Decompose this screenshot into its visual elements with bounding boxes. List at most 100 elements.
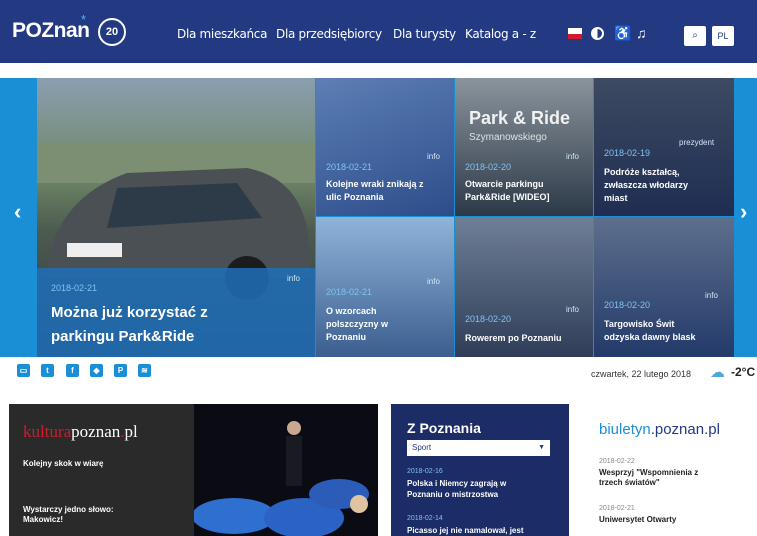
tile-title-line: Otwarcie parkingu bbox=[465, 179, 544, 189]
tile-date: 2018-02-20 bbox=[604, 300, 651, 310]
tile-category: info bbox=[566, 305, 579, 314]
tile-date: 2018-02-20 bbox=[465, 314, 512, 324]
biuletyn-logo-a: biuletyn bbox=[599, 421, 651, 438]
category-select[interactable]: Sport ▼ bbox=[407, 440, 550, 456]
tile-title-line: Kolejne wraki znikają z bbox=[326, 179, 424, 189]
news-line: trzech światów" bbox=[599, 478, 660, 487]
news-line: Picasso jej nie namalował, jest bbox=[407, 526, 524, 535]
tile-date: 2018-02-21 bbox=[326, 287, 373, 297]
nav-dla-mieszkanca[interactable]: Dla mieszkańca bbox=[177, 27, 267, 41]
tile-category: info bbox=[427, 152, 440, 161]
kultura-panel[interactable]: kulturapoznan.pl Kolejny skok w wiarę Wy… bbox=[9, 404, 194, 536]
news-carousel: 2018-02-21 info Można już korzystać z pa… bbox=[0, 78, 757, 357]
current-date: czwartek, 22 lutego 2018 bbox=[591, 369, 692, 379]
nav-dla-przedsiebiorcy[interactable]: Dla przedsiębiorcy bbox=[276, 27, 382, 41]
biuletyn-logo-b: .poznan.pl bbox=[650, 421, 720, 438]
facebook-icon[interactable]: f bbox=[66, 364, 79, 377]
kultura-item[interactable]: Wystarczy jedno słowo: bbox=[23, 505, 114, 514]
news-link[interactable]: Picasso jej nie namalował, jest bbox=[407, 525, 524, 536]
hearing-icon[interactable]: ♫ bbox=[636, 25, 647, 41]
carousel-prev-arrow-icon[interactable]: ‹ bbox=[14, 199, 21, 225]
tile-title-line: O wzorcach bbox=[326, 306, 377, 316]
park-ride-sign-sub: Szymanowskiego bbox=[469, 132, 547, 143]
kultura-logo-white: poznan bbox=[71, 422, 121, 441]
carousel-tile[interactable]: Park & Ride Szymanowskiego 2018-02-20 in… bbox=[455, 78, 593, 216]
tile-title: Otwarcie parkingu Park&Ride [WIDEO] bbox=[465, 178, 550, 204]
tile-title-line: polszczyzny w bbox=[326, 319, 389, 329]
tile-title-line: ulic Poznania bbox=[326, 192, 384, 202]
news-date: 2018-02-14 bbox=[407, 515, 443, 522]
carousel-main-title-line1: Można już korzystać z bbox=[51, 304, 208, 321]
news-date: 2018-02-22 bbox=[599, 458, 635, 465]
carousel-main-tile[interactable]: 2018-02-21 info Można już korzystać z pa… bbox=[37, 78, 315, 357]
kultura-logo-pl: pl bbox=[124, 422, 138, 441]
news-link[interactable]: Polska i Niemcy zagrają w Poznaniu o mis… bbox=[407, 478, 506, 500]
tile-title-line: Targowisko Świt bbox=[604, 319, 675, 329]
pinterest-icon[interactable]: P bbox=[114, 364, 127, 377]
carousel-tile[interactable]: 2018-02-19 prezydent Podróże kształcą, z… bbox=[594, 78, 734, 216]
rss-icon[interactable]: ≋ bbox=[138, 364, 151, 377]
kultura-item[interactable]: Makowicz! bbox=[23, 515, 63, 524]
tile-category: prezydent bbox=[679, 138, 715, 147]
carousel-next-arrow-icon[interactable]: › bbox=[740, 199, 747, 225]
tile-title-line: Podróże kształcą, bbox=[604, 167, 680, 177]
temperature: -2°C bbox=[731, 365, 756, 379]
tile-category: info bbox=[705, 291, 718, 300]
kultura-item[interactable]: Kolejny skok w wiarę bbox=[23, 459, 103, 468]
carousel-tile[interactable]: 2018-02-21 info O wzorcach polszczyzny w… bbox=[316, 217, 454, 357]
kultura-logo: kulturapoznan.pl bbox=[23, 422, 138, 442]
biuletyn-logo[interactable]: biuletyn.poznan.pl bbox=[599, 421, 720, 438]
tile-title-line: Rowerem po Poznaniu bbox=[465, 333, 562, 343]
news-date: 2018-02-16 bbox=[407, 468, 443, 475]
news-date: 2018-02-21 bbox=[599, 505, 635, 512]
park-ride-sign: Park & Ride bbox=[469, 108, 571, 128]
youtube-icon[interactable]: ▭ bbox=[17, 364, 30, 377]
foursquare-icon[interactable]: ◆ bbox=[90, 364, 103, 377]
carousel-tile[interactable]: 2018-02-21 info Kolejne wraki znikają z … bbox=[316, 78, 454, 216]
tile-title: Targowisko Świt odzyska dawny blask bbox=[604, 318, 696, 344]
tile-title-line: odzyska dawny blask bbox=[604, 332, 696, 342]
logo-star-icon: * bbox=[81, 12, 87, 27]
tile-title: O wzorcach polszczyzny w Poznaniu bbox=[326, 305, 388, 344]
news-line: Polska i Niemcy zagrają w bbox=[407, 479, 507, 488]
tile-title-line: Park&Ride [WIDEO] bbox=[465, 192, 550, 202]
tile-date: 2018-02-21 bbox=[326, 162, 373, 172]
tile-date: 2018-02-19 bbox=[604, 148, 651, 158]
kultura-logo-red: kultura bbox=[23, 422, 72, 441]
cloud-icon: ☁ bbox=[710, 364, 725, 381]
tile-title-line: miast bbox=[604, 193, 628, 203]
tile-title: Kolejne wraki znikają z ulic Poznania bbox=[326, 178, 424, 204]
twitter-icon[interactable]: t bbox=[41, 364, 54, 377]
news-link[interactable]: Wesprzyj "Wspomnienia z trzech światów" bbox=[599, 468, 698, 488]
tile-title-line: Poznaniu bbox=[326, 332, 366, 342]
news-link[interactable]: Uniwersytet Otwarty bbox=[599, 515, 676, 524]
z-poznania-title: Z Poznania bbox=[407, 420, 481, 436]
biuletyn-panel: biuletyn.poznan.pl 2018-02-22 Wesprzyj "… bbox=[583, 404, 757, 536]
contrast-icon[interactable] bbox=[591, 27, 604, 40]
carousel-tile[interactable]: 2018-02-20 info Rowerem po Poznaniu bbox=[455, 217, 593, 357]
tile-date: 2018-02-20 bbox=[465, 162, 512, 172]
language-button[interactable]: PL bbox=[712, 26, 734, 46]
tile-title: Podróże kształcą, zwłaszcza włodarzy mia… bbox=[604, 166, 688, 205]
anniversary-badge: 20 bbox=[98, 18, 126, 46]
site-logo[interactable]: POZnan bbox=[12, 19, 90, 43]
nav-katalog[interactable]: Katalog a - z bbox=[465, 27, 536, 41]
tile-category: info bbox=[427, 277, 440, 286]
news-line: Poznaniu o mistrzostwa bbox=[407, 490, 499, 499]
polish-flag-icon[interactable] bbox=[568, 28, 582, 39]
z-poznania-panel: Z Poznania Sport ▼ 2018-02-16 Polska i N… bbox=[391, 404, 569, 536]
news-line: Wesprzyj "Wspomnienia z bbox=[599, 468, 699, 477]
nav-dla-turysty[interactable]: Dla turysty bbox=[393, 27, 456, 41]
stage-photo bbox=[194, 404, 378, 536]
accessibility-icon[interactable]: ♿ bbox=[614, 25, 631, 42]
chevron-down-icon: ▼ bbox=[538, 444, 545, 451]
tile-category: info bbox=[566, 152, 579, 161]
tile-title-line: zwłaszcza włodarzy bbox=[604, 180, 689, 190]
carousel-main-date: 2018-02-21 bbox=[51, 283, 98, 293]
search-button[interactable]: ⌕ bbox=[684, 26, 706, 46]
tile-title: Rowerem po Poznaniu bbox=[465, 332, 562, 345]
kultura-photo[interactable] bbox=[194, 404, 378, 536]
category-select-value: Sport bbox=[412, 443, 432, 452]
carousel-main-category: info bbox=[287, 274, 300, 283]
carousel-tile[interactable]: 2018-02-20 info Targowisko Świt odzyska … bbox=[594, 217, 734, 357]
